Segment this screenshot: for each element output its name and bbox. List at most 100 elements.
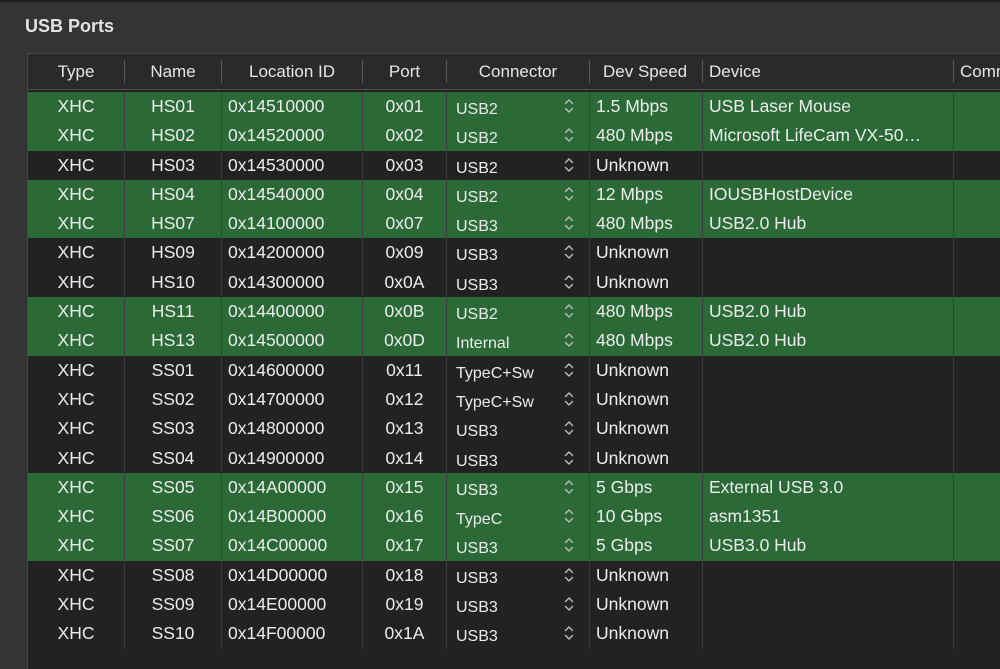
column-header-port[interactable]: Port	[363, 54, 446, 89]
column-gridline	[953, 384, 954, 415]
table-row[interactable]: XHC HS10 0x14300000 0x0A USB3 Unknown	[28, 267, 1000, 300]
table-row[interactable]: XHC SS07 0x14C00000 0x17 USB3 5 Gbps USB3.0 Hu…	[28, 531, 1000, 563]
up-down-chevron-icon[interactable]	[563, 329, 575, 351]
connector-select[interactable]: USB3	[456, 212, 560, 241]
table-row[interactable]: XHC HS01 0x14510000 0x01 USB2 1.5 Mbps USB Las…	[28, 92, 1000, 124]
column-gridline	[702, 326, 703, 356]
table-row[interactable]: XHC SS02 0x14700000 0x12 TypeC+Sw Unknown	[28, 384, 1000, 417]
connector-select[interactable]: USB3	[456, 534, 560, 563]
cell-location-id: 0x14700000	[228, 388, 325, 409]
cell-location-id: 0x14E00000	[228, 594, 327, 615]
cell-type: XHC	[57, 183, 95, 204]
column-gridline	[589, 92, 590, 122]
up-down-chevron-icon[interactable]	[563, 212, 575, 234]
up-down-chevron-icon[interactable]	[563, 417, 575, 439]
cell-location-id: 0x14200000	[228, 242, 325, 263]
table-row[interactable]: XHC HS09 0x14200000 0x09 USB3 Unknown	[28, 238, 1000, 270]
table-row[interactable]: XHC HS11 0x14400000 0x0B USB2 480 Mbps USB2.0 …	[28, 297, 1000, 329]
up-down-chevron-icon[interactable]	[563, 534, 575, 556]
column-gridline	[702, 619, 703, 649]
table-row[interactable]: XHC SS06 0x14B00000 0x16 TypeC 10 Gbps asm1351	[28, 502, 1000, 534]
cell-name: HS04	[151, 183, 195, 204]
connector-select[interactable]: USB2	[456, 124, 560, 153]
connector-select[interactable]: USB2	[456, 300, 560, 329]
column-divider[interactable]	[953, 60, 954, 83]
connector-select[interactable]: TypeC	[456, 505, 560, 534]
cell-name: HS11	[151, 301, 195, 322]
table-row[interactable]: XHC HS04 0x14540000 0x04 USB2 12 Mbps IOUSBHos…	[28, 179, 1000, 212]
up-down-chevron-icon[interactable]	[563, 183, 575, 205]
connector-select[interactable]: USB3	[456, 593, 560, 622]
column-header-device[interactable]: Device	[709, 54, 949, 89]
column-divider[interactable]	[589, 60, 590, 83]
table-body: XHC HS01 0x14510000 0x01 USB2 1.5 Mbps USB Las…	[28, 92, 1000, 649]
connector-select[interactable]: USB2	[456, 183, 560, 212]
column-divider[interactable]	[702, 60, 703, 83]
column-gridline	[221, 531, 222, 561]
cell-name: HS09	[151, 242, 195, 263]
column-gridline	[446, 531, 447, 561]
cell-device	[709, 444, 949, 473]
table-row[interactable]: XHC SS04 0x14900000 0x14 USB3 Unknown	[28, 443, 1000, 476]
up-down-chevron-icon[interactable]	[563, 505, 575, 527]
up-down-chevron-icon[interactable]	[563, 564, 575, 586]
up-down-chevron-icon[interactable]	[563, 388, 575, 410]
up-down-chevron-icon[interactable]	[563, 359, 575, 381]
cell-location-id: 0x14300000	[228, 271, 325, 292]
connector-select[interactable]: USB3	[456, 476, 560, 505]
cell-port: 0x1A	[384, 623, 425, 644]
connector-select[interactable]: USB2	[456, 95, 560, 124]
usb-ports-table[interactable]: Type Name Location ID Port Connector Dev…	[27, 53, 1000, 669]
connector-select[interactable]: USB3	[456, 447, 560, 476]
connector-select[interactable]: Internal	[456, 329, 560, 358]
cell-port: 0x14	[385, 447, 424, 468]
table-row[interactable]: XHC HS03 0x14530000 0x03 USB2 Unknown	[28, 150, 1000, 183]
connector-select[interactable]: USB3	[456, 622, 560, 651]
connector-select[interactable]: USB2	[456, 154, 560, 183]
table-row[interactable]: XHC HS02 0x14520000 0x02 USB2 480 Mbps Microso…	[28, 121, 1000, 153]
cell-location-id: 0x14510000	[228, 96, 325, 116]
column-gridline	[221, 619, 222, 649]
column-header-dev-speed[interactable]: Dev Speed	[603, 54, 703, 89]
cell-port: 0x13	[385, 418, 424, 439]
column-header-location-id[interactable]: Location ID	[222, 54, 362, 89]
up-down-chevron-icon[interactable]	[563, 476, 575, 498]
cell-location-id: 0x14C00000	[228, 535, 328, 556]
up-down-chevron-icon[interactable]	[563, 241, 575, 263]
table-row[interactable]: XHC SS05 0x14A00000 0x15 USB3 5 Gbps External …	[28, 472, 1000, 505]
table-row[interactable]: XHC HS13 0x14500000 0x0D Internal 480 Mbps USB…	[28, 326, 1000, 358]
connector-select[interactable]: USB3	[456, 271, 560, 300]
up-down-chevron-icon[interactable]	[563, 593, 575, 615]
table-row[interactable]: XHC SS01 0x14600000 0x11 TypeC+Sw Unknown	[28, 355, 1000, 388]
column-gridline	[221, 472, 222, 503]
up-down-chevron-icon[interactable]	[563, 124, 575, 146]
column-header-name[interactable]: Name	[125, 54, 221, 89]
up-down-chevron-icon[interactable]	[563, 154, 575, 176]
column-gridline	[589, 443, 590, 473]
column-header-connector[interactable]: Connector	[447, 54, 589, 89]
table-row[interactable]: XHC SS08 0x14D00000 0x18 USB3 Unknown	[28, 560, 1000, 593]
column-gridline	[702, 267, 703, 298]
table-row[interactable]: XHC SS10 0x14F00000 0x1A USB3 Unknown	[28, 619, 1000, 651]
column-gridline	[446, 384, 447, 415]
column-header-type[interactable]: Type	[28, 54, 124, 89]
connector-select[interactable]: USB3	[456, 417, 560, 446]
cell-port: 0x15	[385, 476, 424, 497]
up-down-chevron-icon[interactable]	[563, 271, 575, 293]
table-row[interactable]: XHC SS03 0x14800000 0x13 USB3 Unknown	[28, 414, 1000, 446]
up-down-chevron-icon[interactable]	[563, 447, 575, 469]
column-gridline	[221, 121, 222, 151]
connector-select[interactable]: USB3	[456, 564, 560, 593]
connector-select[interactable]: USB3	[456, 241, 560, 270]
table-header: Type Name Location ID Port Connector Dev…	[28, 54, 1000, 90]
up-down-chevron-icon[interactable]	[563, 95, 575, 117]
table-row[interactable]: XHC SS09 0x14E00000 0x19 USB3 Unknown	[28, 590, 1000, 622]
table-row[interactable]: XHC HS07 0x14100000 0x07 USB3 480 Mbps USB2.0 …	[28, 209, 1000, 241]
cell-dev-speed: 480 Mbps	[596, 125, 673, 146]
up-down-chevron-icon[interactable]	[563, 622, 575, 644]
up-down-chevron-icon[interactable]	[563, 300, 575, 322]
column-header-comment[interactable]: Comm	[960, 54, 1000, 89]
connector-select[interactable]: TypeC+Sw	[456, 359, 560, 388]
column-gridline	[953, 326, 954, 356]
connector-select[interactable]: TypeC+Sw	[456, 388, 560, 417]
